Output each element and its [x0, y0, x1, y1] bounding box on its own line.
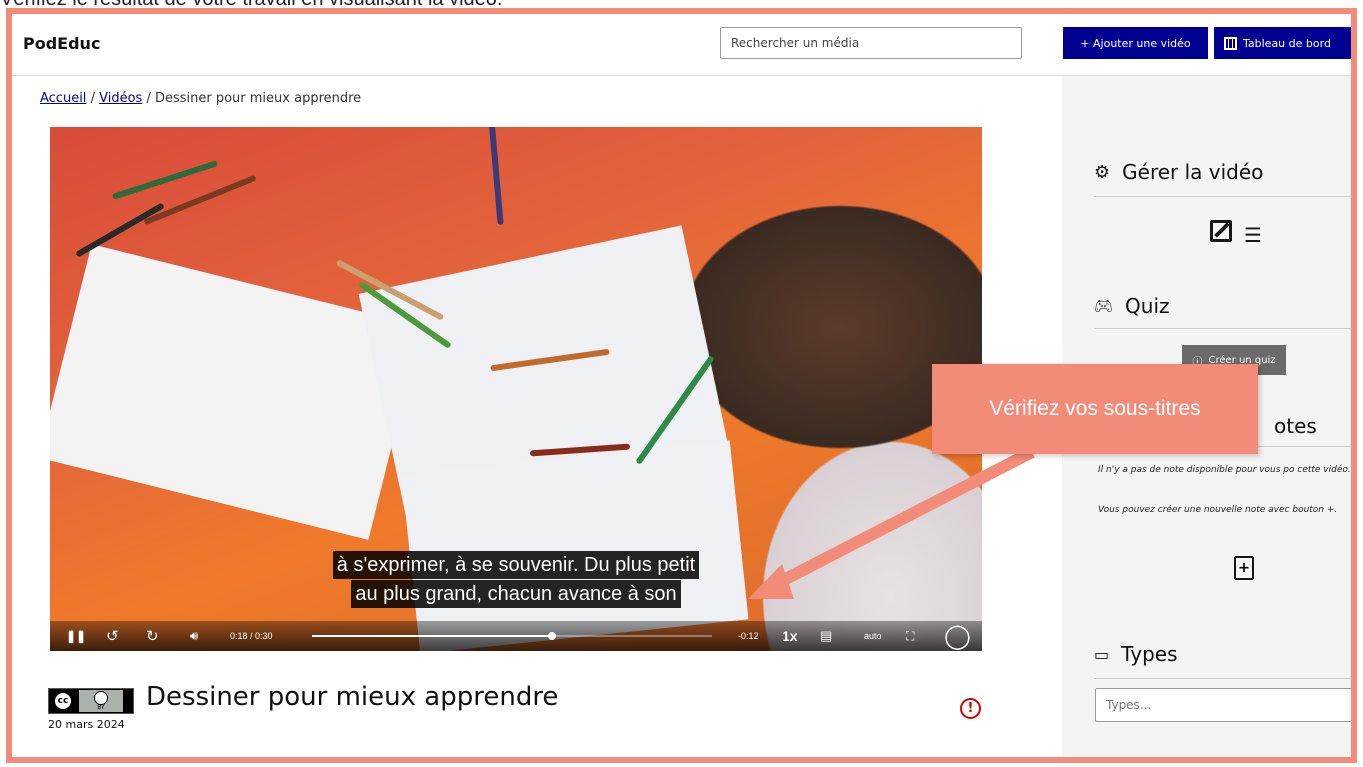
volume-icon[interactable]: 🔊︎ — [190, 621, 198, 651]
breadcrumb-separator: / — [90, 91, 95, 106]
remaining-time: -0:12 — [738, 631, 759, 641]
time-display: 0:18 / 0:30 — [230, 631, 273, 641]
divider — [1094, 328, 1351, 329]
breadcrumb-separator: / — [146, 91, 151, 106]
breadcrumb-home-link[interactable]: Accueil — [40, 91, 86, 106]
rewind-icon[interactable]: ↺ — [106, 621, 119, 651]
notes-title: otes — [1274, 414, 1317, 438]
subtitle-line: à s'exprimer, à se souvenir. Du plus pet… — [332, 551, 700, 579]
types-title: Types — [1121, 642, 1178, 666]
pencil — [486, 127, 504, 226]
types-input[interactable] — [1095, 688, 1351, 722]
add-note-icon[interactable]: + — [1234, 556, 1254, 580]
film-icon — [1224, 36, 1237, 50]
by-icon: BY — [79, 690, 123, 712]
divider — [1094, 678, 1351, 679]
pause-icon[interactable]: ❚❚ — [66, 621, 86, 651]
report-alert-icon[interactable]: ! — [960, 698, 981, 719]
quality-button[interactable]: auto — [864, 621, 882, 651]
divider — [1094, 196, 1351, 197]
video-player[interactable]: à s'exprimer, à se souvenir. Du plus pet… — [50, 127, 982, 651]
speed-button[interactable]: 1x — [782, 621, 798, 651]
person-icon — [94, 691, 108, 705]
forward-icon[interactable]: ↻ — [146, 621, 159, 651]
gamepad-icon: 🎮︎ — [1094, 297, 1114, 315]
fullscreen-icon[interactable]: ⛶ — [906, 621, 914, 651]
add-video-button[interactable]: + Ajouter une vidéo — [1063, 27, 1208, 59]
pencil — [75, 202, 165, 258]
gear-icon: ⚙ — [1094, 161, 1111, 183]
notes-create-hint: Vous pouvez créer une nouvelle note avec… — [1098, 505, 1338, 515]
types-heading: ▭ Types — [1094, 642, 1177, 666]
progress-knob[interactable] — [548, 632, 556, 640]
player-controls: ❚❚ ↺ ↻ 🔊︎ 0:18 / 0:30 -0:12 1x ▤ auto ⛶ … — [50, 621, 982, 651]
brand-logo[interactable]: PodEduc — [23, 34, 100, 53]
breadcrumb-current: Dessiner pour mieux apprendre — [154, 91, 362, 106]
video-title: Dessiner pour mieux apprendre — [146, 682, 559, 712]
dashboard-button[interactable]: Tableau de bord — [1214, 27, 1351, 59]
video-date: 20 mars 2024 — [48, 718, 125, 731]
pencil — [111, 160, 219, 200]
manage-video-title: Gérer la vidéo — [1122, 160, 1264, 184]
quiz-title: Quiz — [1125, 294, 1170, 318]
cc-icon: cc — [53, 691, 73, 711]
subtitles-icon[interactable]: ▤ — [820, 621, 832, 651]
dashboard-label: Tableau de bord — [1243, 36, 1331, 50]
notes-empty-message: Il n'y a pas de note disponible pour vou… — [1098, 465, 1351, 475]
browser-frame: PodEduc + Ajouter une vidéo Tableau de b… — [6, 8, 1357, 763]
progress-fill — [312, 635, 552, 637]
search-input[interactable] — [720, 27, 1022, 59]
subtitle-overlay: à s'exprimer, à se souvenir. Du plus pet… — [50, 551, 982, 608]
notes-heading: otes — [1274, 414, 1317, 438]
annotation-callout: Vérifiez vos sous-titres — [932, 364, 1258, 454]
paper-sheet — [401, 440, 749, 651]
top-navbar: PodEduc + Ajouter une vidéo Tableau de b… — [12, 14, 1351, 76]
subtitle-line: au plus grand, chacun avance à son — [351, 580, 681, 608]
monitor-icon: ▭ — [1094, 644, 1110, 664]
menu-icon[interactable]: ☰ — [1244, 223, 1262, 247]
progress-bar[interactable] — [312, 632, 712, 640]
manage-video-heading: ⚙ Gérer la vidéo — [1094, 160, 1263, 184]
quiz-heading: 🎮︎ Quiz — [1094, 294, 1170, 318]
breadcrumb: Accueil / Vidéos / Dessiner pour mieux a… — [40, 91, 361, 106]
breadcrumb-videos-link[interactable]: Vidéos — [99, 91, 142, 106]
edit-icon[interactable] — [1210, 220, 1232, 242]
license-badge[interactable]: cc BY — [48, 688, 134, 714]
loading-spinner-icon: ◯ — [944, 622, 971, 650]
